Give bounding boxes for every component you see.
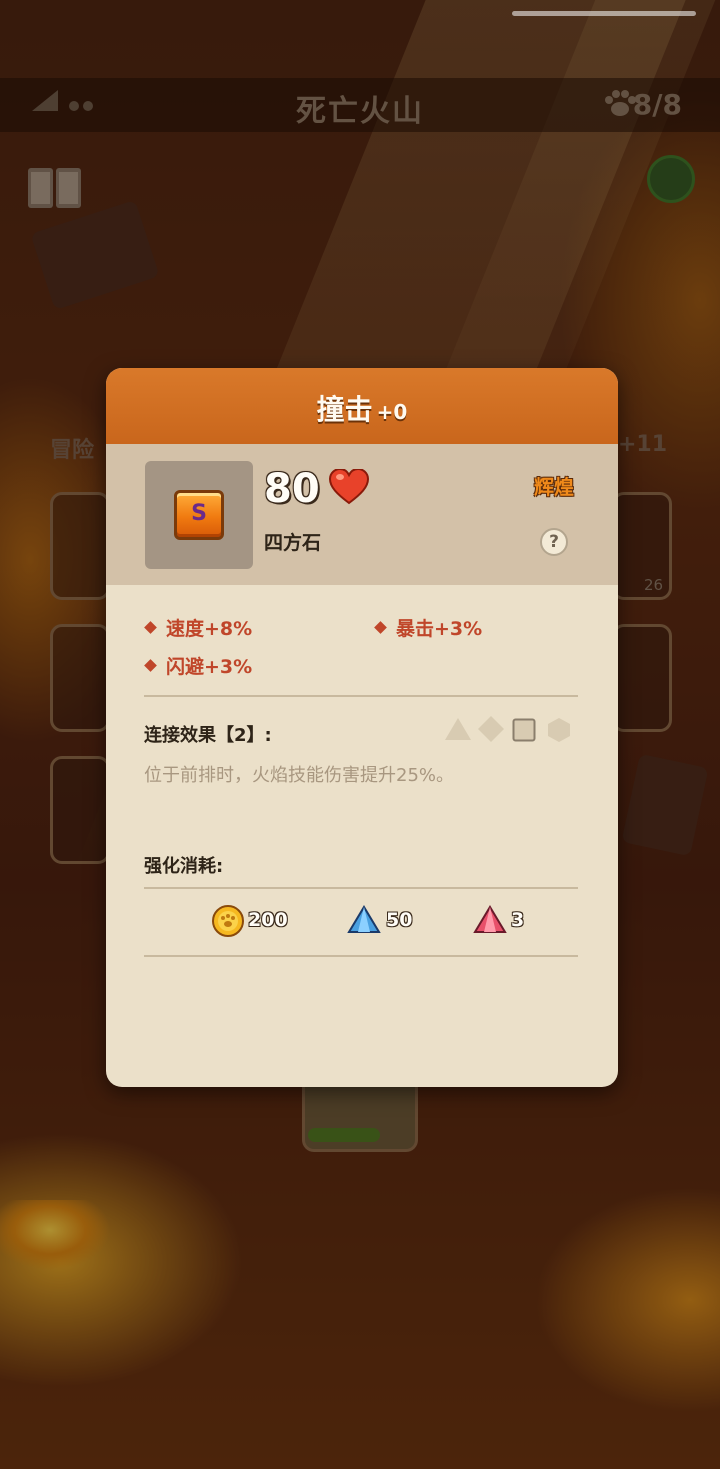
triangle-icon <box>445 718 471 740</box>
stat-label: 速度+8% <box>166 618 253 640</box>
cost-red-crystal-value: 3 <box>511 909 525 931</box>
stat-speed: 速度+8% <box>144 614 253 641</box>
diamond-icon <box>478 716 504 742</box>
cost-blue-crystal-value: 50 <box>386 909 413 931</box>
red-crystal-icon <box>473 905 507 933</box>
help-button[interactable]: ? <box>540 528 568 556</box>
blue-crystal-icon <box>347 905 381 933</box>
item-power-value: 80 <box>264 466 320 512</box>
stat-label: 闪避+3% <box>166 656 253 678</box>
link-effect-description: 位于前排时，火焰技能伤害提升25%。 <box>144 765 455 786</box>
hexagon-icon <box>548 718 570 742</box>
diamond-bullet-icon <box>374 621 387 634</box>
coin-icon <box>212 905 244 937</box>
divider <box>144 695 578 697</box>
item-name: 四方石 <box>264 532 322 554</box>
rarity-label: 辉煌 <box>534 475 574 499</box>
square-gem-icon: S <box>174 490 224 540</box>
item-skill-name: 撞击 <box>316 393 373 426</box>
upgrade-cost-label: 强化消耗: <box>144 856 224 877</box>
link-effect-label: 连接效果【2】: <box>144 725 272 746</box>
cost-coin-value: 200 <box>248 909 288 931</box>
item-detail-modal: 撞击 +0 S 80 四方石 辉煌 ? 速度+8% 暴击+3% 闪避+3% 连接效… <box>106 368 618 1087</box>
modal-title: 撞击 +0 <box>106 388 618 428</box>
home-indicator <box>512 11 696 16</box>
heart-icon <box>329 469 369 505</box>
stat-crit: 暴击+3% <box>374 614 483 641</box>
stat-label: 暴击+3% <box>396 618 483 640</box>
stat-dodge: 闪避+3% <box>144 652 253 679</box>
divider <box>144 887 578 889</box>
item-level: +0 <box>376 400 408 424</box>
divider <box>144 955 578 957</box>
diamond-bullet-icon <box>144 621 157 634</box>
square-icon <box>512 718 536 742</box>
diamond-bullet-icon <box>144 659 157 672</box>
